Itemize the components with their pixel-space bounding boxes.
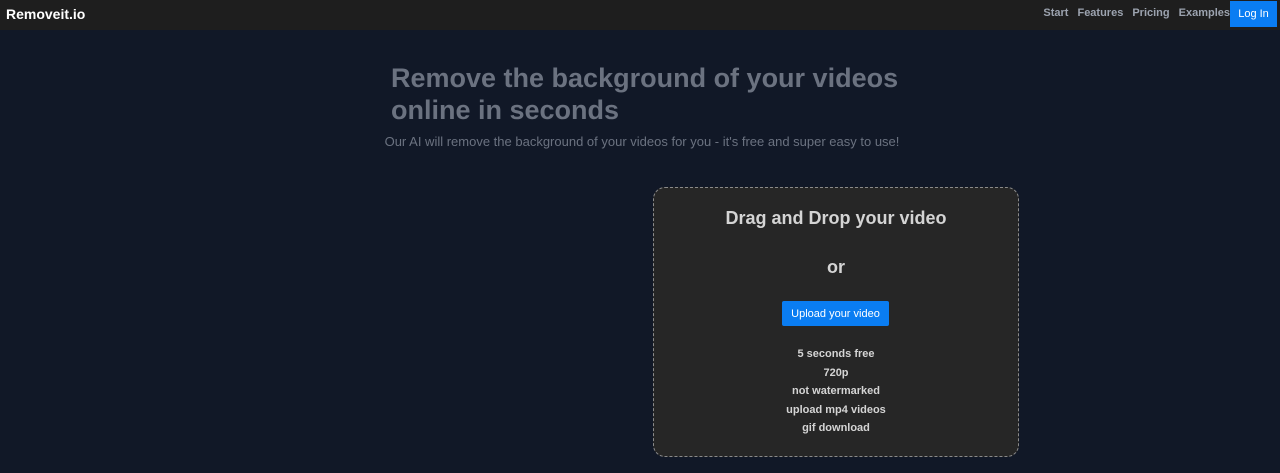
feature-item: 720p	[823, 366, 849, 379]
upload-video-button[interactable]: Upload your video	[782, 301, 889, 326]
nav-link-pricing[interactable]: Pricing	[1132, 7, 1169, 19]
hero-subtitle: Our AI will remove the background of you…	[384, 134, 900, 149]
video-dropzone[interactable]: Drag and Drop your video or Upload your …	[653, 187, 1019, 457]
feature-item: not watermarked	[791, 385, 881, 397]
login-button[interactable]: Log In	[1230, 1, 1277, 27]
dropzone-title: Drag and Drop your video	[725, 208, 947, 228]
feature-item: gif download	[802, 422, 870, 434]
brand-logo[interactable]: Removeit.io	[6, 6, 85, 22]
nav-link-features[interactable]: Features	[1077, 7, 1123, 19]
nav-link-start[interactable]: Start	[1043, 7, 1068, 19]
nav-link-examples[interactable]: Examples	[1179, 7, 1230, 19]
nav-links: Start Features Pricing Examples	[1043, 7, 1230, 19]
dropzone-or-label: or	[827, 257, 845, 277]
feature-item: upload mp4 videos	[786, 403, 886, 416]
hero-title: Remove the background of your videos onl…	[391, 63, 899, 125]
feature-item: 5 seconds free	[797, 348, 875, 360]
feature-list: 5 seconds free 720p not watermarked uplo…	[654, 345, 1018, 438]
navbar: Removeit.io Start Features Pricing Examp…	[0, 0, 1280, 30]
